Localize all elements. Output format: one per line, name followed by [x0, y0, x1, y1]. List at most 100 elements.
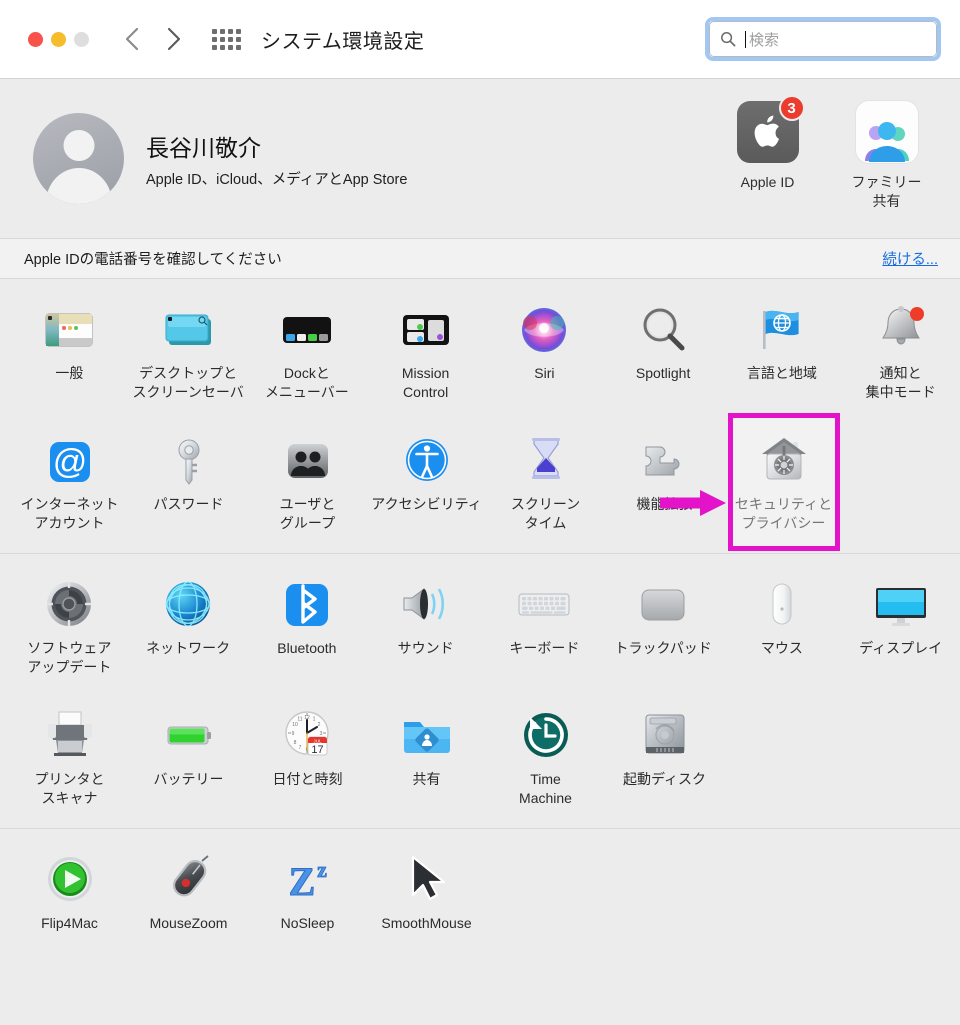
label-line2: タイム — [524, 515, 567, 531]
pref-smoothmouse[interactable]: SmoothMouse — [367, 845, 486, 943]
label-line1: ソフトウェア — [27, 640, 112, 656]
pref-sharing[interactable]: 共有 — [367, 701, 486, 818]
pref-displays[interactable]: ディスプレイ — [841, 570, 960, 687]
users-groups-icon — [280, 432, 336, 488]
pref-desktop-screensaver[interactable]: デスクトップと スクリーンセーバ — [129, 295, 248, 412]
svg-text:2: 2 — [317, 722, 320, 728]
avatar[interactable] — [33, 113, 124, 204]
pref-date-time[interactable]: 12369 1245 781011 JUL 17 日付と時刻 — [248, 701, 367, 818]
pref-general[interactable]: 一般 — [10, 295, 129, 412]
siri-icon — [516, 301, 572, 357]
show-all-grid-icon[interactable] — [212, 28, 241, 50]
pref-label: Spotlight — [606, 364, 721, 383]
sound-speaker-icon — [398, 576, 454, 632]
family-sharing-icon — [855, 101, 918, 163]
pref-notifications-focus[interactable]: 通知と 集中モード — [841, 295, 960, 412]
pref-internet-accounts[interactable]: @ インターネット アカウント — [10, 426, 129, 543]
label-line1: MouseZoom — [149, 915, 228, 931]
pref-row: @ インターネット アカウント パスワード ユーザと グループ アクセシビリティ… — [0, 413, 960, 551]
label-line1: SmoothMouse — [381, 915, 472, 931]
pref-mouse[interactable]: マウス — [723, 570, 842, 687]
pref-mission-control[interactable]: Mission Control — [366, 295, 485, 412]
minimize-window-button[interactable] — [51, 31, 66, 47]
label-line1: 起動ディスク — [622, 771, 707, 787]
pref-passwords[interactable]: パスワード — [129, 426, 248, 543]
svg-text:7: 7 — [298, 745, 301, 751]
svg-text:@: @ — [52, 443, 87, 481]
notice-continue-link[interactable]: 続ける... — [882, 248, 938, 269]
pref-network[interactable]: ネットワーク — [129, 570, 248, 687]
notice-message: Apple IDの電話番号を確認してください — [24, 252, 282, 268]
back-chevron-icon[interactable] — [122, 26, 142, 52]
pref-label: 日付と時刻 — [250, 770, 365, 789]
zoom-window-button[interactable] — [74, 31, 89, 47]
mission-control-icon — [398, 301, 454, 357]
pref-accessibility[interactable]: アクセシビリティ — [367, 426, 486, 543]
pref-label: セキュリティと プライバシー — [726, 495, 841, 533]
pref-label-line1: ファミリー — [851, 174, 922, 190]
pref-dock-menubar[interactable]: Dockと メニューバー — [248, 295, 367, 412]
pref-startup-disk[interactable]: 起動ディスク — [605, 701, 724, 818]
pref-nosleep[interactable]: Z z NoSleep — [248, 845, 367, 943]
pref-extensions[interactable]: 機能拡張 — [605, 426, 724, 543]
pref-flip4mac[interactable]: Flip4Mac — [10, 845, 129, 943]
pref-trackpad[interactable]: トラックパッド — [604, 570, 723, 687]
pref-apple-id[interactable]: 3 Apple ID — [708, 95, 827, 211]
label-line2: スキャナ — [41, 790, 98, 806]
pref-label: ディスプレイ — [843, 639, 958, 658]
language-region-flag-icon — [754, 301, 810, 357]
pref-label: NoSleep — [250, 914, 365, 933]
pref-row: 一般 デスクトップと スクリーンセーバ Dockと メニューバー Mission… — [0, 295, 960, 412]
pref-battery[interactable]: バッテリー — [129, 701, 248, 818]
window-titlebar: システム環境設定 検索 — [0, 0, 960, 79]
startup-disk-icon — [637, 707, 693, 763]
notifications-bell-icon — [873, 301, 929, 357]
navigation-buttons — [122, 26, 184, 52]
mousezoom-icon — [161, 851, 217, 907]
label-line1: 機能拡張 — [636, 496, 693, 512]
pref-spotlight[interactable]: Spotlight — [604, 295, 723, 412]
label-line2: アップデート — [27, 659, 112, 675]
pref-sound[interactable]: サウンド — [366, 570, 485, 687]
close-window-button[interactable] — [28, 31, 43, 47]
label-line2: スクリーンセーバ — [132, 384, 244, 400]
label-line1: セキュリティと — [734, 496, 833, 512]
avatar-head — [63, 130, 94, 161]
label-line1: ネットワーク — [146, 640, 231, 656]
pref-row: Flip4Mac MouseZoom Z z NoSleep SmoothMou… — [0, 845, 960, 943]
pref-screen-time[interactable]: スクリーン タイム — [486, 426, 605, 543]
forward-chevron-icon[interactable] — [164, 26, 184, 52]
pref-language-region[interactable]: 言語と地域 — [723, 295, 842, 412]
pref-label: インターネット アカウント — [12, 495, 127, 533]
label-line1: インターネット — [20, 496, 119, 512]
label-line1: Mission — [401, 365, 450, 381]
pref-bluetooth[interactable]: Bluetooth — [248, 570, 367, 687]
label-line1: スクリーン — [510, 496, 581, 512]
pref-time-machine[interactable]: Time Machine — [486, 701, 605, 818]
printer-scanner-icon — [42, 707, 98, 763]
pref-keyboard[interactable]: キーボード — [485, 570, 604, 687]
pref-label: ファミリー 共有 — [827, 173, 946, 211]
pref-label: パスワード — [131, 495, 246, 514]
pref-security-privacy[interactable]: セキュリティと プライバシー — [660, 413, 843, 551]
pref-label: ユーザと グループ — [250, 495, 365, 533]
pref-label: ネットワーク — [131, 639, 246, 658]
pref-software-update[interactable]: ソフトウェア アップデート — [10, 570, 129, 687]
network-globe-icon — [160, 576, 216, 632]
pref-label: Apple ID — [740, 174, 795, 190]
svg-text:8: 8 — [293, 740, 296, 746]
pref-siri[interactable]: Siri — [485, 295, 604, 412]
pref-users-groups[interactable]: ユーザと グループ — [248, 426, 367, 543]
search-input[interactable]: 検索 — [709, 21, 937, 57]
pref-mousezoom[interactable]: MouseZoom — [129, 845, 248, 943]
pref-label: トラックパッド — [606, 639, 721, 658]
search-placeholder: 検索 — [749, 31, 780, 49]
pref-printers-scanners[interactable]: プリンタと スキャナ — [10, 701, 129, 818]
label-line2: アカウント — [34, 515, 105, 531]
pref-label: バッテリー — [131, 770, 246, 789]
pref-label: 共有 — [369, 770, 484, 789]
search-field-focus-ring: 検索 — [705, 17, 941, 61]
security-privacy-house-safe-icon — [756, 432, 812, 488]
pref-family-sharing[interactable]: ファミリー 共有 — [827, 101, 946, 211]
label-line1: Spotlight — [635, 365, 691, 381]
